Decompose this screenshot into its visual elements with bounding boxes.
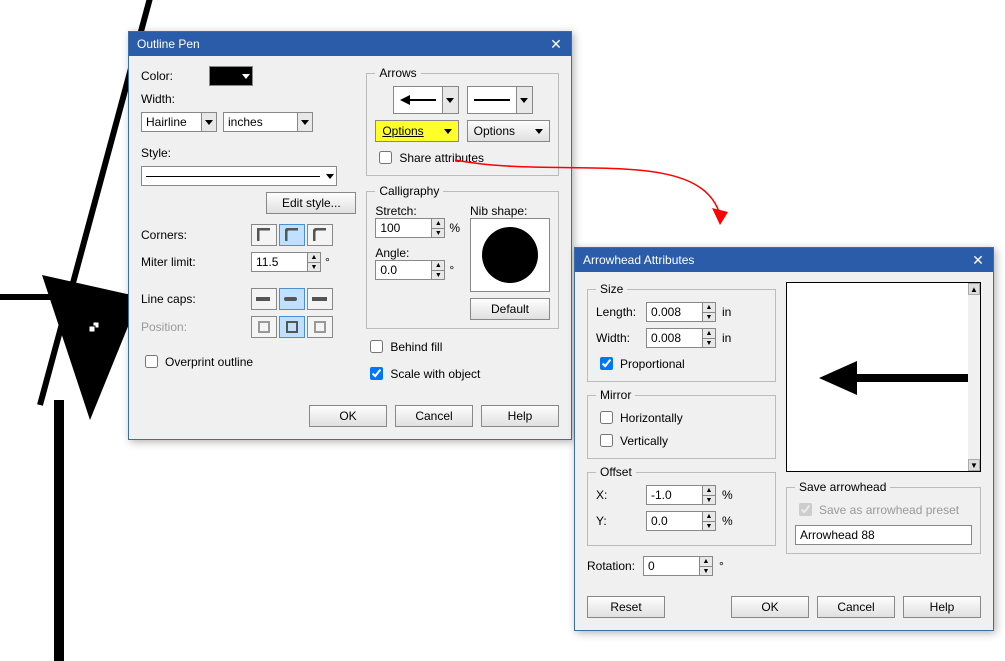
mirror-fieldset: Mirror Horizontally Vertically [587,388,776,459]
edit-style-button[interactable]: Edit style... [266,192,356,214]
position-toggle-group [251,316,335,338]
outline-pen-dialog: Outline Pen ✕ Color: Width: [128,31,572,440]
ok-button[interactable]: OK [731,596,809,618]
mirror-v-checkbox[interactable]: Vertically [596,431,767,450]
arrow-end-dropdown[interactable] [467,86,533,114]
position-outside-toggle[interactable] [251,316,277,338]
close-icon[interactable]: ✕ [969,251,987,269]
cancel-button[interactable]: Cancel [817,596,895,618]
cancel-button[interactable]: Cancel [395,405,473,427]
linecaps-toggle-group [251,288,335,310]
width-spinner[interactable]: ▲▼ [646,328,716,348]
dialog-title: Arrowhead Attributes [583,253,694,267]
arrowhead-attributes-dialog: Arrowhead Attributes ✕ Size Length: ▲▼ i… [574,247,994,631]
scroll-up-icon[interactable]: ▲ [968,283,980,295]
scale-with-object-checkbox[interactable]: Scale with object [366,364,559,383]
arrow-options-left-button[interactable]: Options [375,120,458,142]
size-fieldset: Size Length: ▲▼ in Width: ▲▼ [587,282,776,382]
arrows-fieldset: Arrows Options [366,66,559,176]
width-unit-input[interactable] [223,112,297,132]
nib-label: Nib shape: [470,204,550,218]
y-label: Y: [596,514,646,528]
miter-input[interactable] [251,252,307,272]
arrow-options-right-button[interactable]: Options [467,120,550,142]
stretch-label: Stretch: [375,204,460,218]
cap-round-toggle[interactable] [279,288,305,310]
reset-button[interactable]: Reset [587,596,665,618]
close-icon[interactable]: ✕ [547,35,565,53]
linecaps-label: Line caps: [141,292,251,306]
color-label: Color: [141,69,209,83]
position-inside-toggle[interactable] [307,316,333,338]
scrollbar[interactable]: ▲ ▼ [968,283,980,471]
length-spinner[interactable]: ▲▼ [646,302,716,322]
x-label: X: [596,488,646,502]
length-label: Length: [596,305,646,319]
spin-up-icon[interactable]: ▲ [307,252,321,262]
color-picker[interactable] [209,66,253,86]
titlebar[interactable]: Outline Pen ✕ [129,32,571,56]
corner-miter-toggle[interactable] [251,224,277,246]
position-label: Position: [141,320,251,334]
corners-label: Corners: [141,228,251,242]
stretch-spinner[interactable]: ▲▼ [375,218,445,238]
miter-spinner[interactable]: ▲▼ [251,252,321,272]
angle-spinner[interactable]: ▲▼ [375,260,445,280]
width-value-input[interactable] [141,112,201,132]
proportional-checkbox[interactable]: Proportional [596,354,685,373]
default-button[interactable]: Default [470,298,550,320]
arrowhead-preview: ▲ ▼ [786,282,981,472]
save-preset-checkbox[interactable]: Save as arrowhead preset [795,500,972,519]
help-button[interactable]: Help [481,405,559,427]
behind-fill-checkbox[interactable]: Behind fill [366,337,559,356]
help-button[interactable]: Help [903,596,981,618]
share-attributes-checkbox[interactable]: Share attributes [375,148,484,167]
titlebar[interactable]: Arrowhead Attributes ✕ [575,248,993,272]
cap-square-toggle[interactable] [307,288,333,310]
corner-bevel-toggle[interactable] [307,224,333,246]
angle-label: Angle: [375,246,460,260]
scroll-down-icon[interactable]: ▼ [968,459,980,471]
mirror-h-checkbox[interactable]: Horizontally [596,408,767,427]
overprint-checkbox[interactable]: Overprint outline [141,352,253,371]
width-combo[interactable] [141,112,217,132]
y-spinner[interactable]: ▲▼ [646,511,716,531]
style-dropdown[interactable] [141,166,337,186]
save-arrowhead-fieldset: Save arrowhead Save as arrowhead preset [786,480,981,554]
dialog-title: Outline Pen [137,37,200,51]
width-label: Width: [141,92,209,106]
cap-flat-toggle[interactable] [251,288,277,310]
nib-circle-icon [482,227,538,283]
overprint-label: Overprint outline [165,355,253,369]
preset-name-input[interactable] [795,525,972,545]
calligraphy-fieldset: Calligraphy Stretch: ▲▼ % Angle: [366,184,559,329]
x-spinner[interactable]: ▲▼ [646,485,716,505]
offset-fieldset: Offset X: ▲▼ % Y: ▲▼ [587,465,776,546]
width-label: Width: [596,331,646,345]
corner-round-toggle[interactable] [279,224,305,246]
rotation-label: Rotation: [587,559,643,573]
nib-preview[interactable] [470,218,550,292]
position-center-toggle[interactable] [279,316,305,338]
arrow-start-dropdown[interactable] [393,86,459,114]
rotation-spinner[interactable]: ▲▼ [643,556,713,576]
style-label: Style: [141,146,209,160]
arrows-legend: Arrows [375,66,420,80]
calligraphy-legend: Calligraphy [375,184,443,198]
miter-unit: ° [325,255,330,269]
ok-button[interactable]: OK [309,405,387,427]
miter-label: Miter limit: [141,255,251,269]
spin-down-icon[interactable]: ▼ [307,262,321,272]
corners-toggle-group [251,224,335,246]
width-unit-combo[interactable] [223,112,313,132]
